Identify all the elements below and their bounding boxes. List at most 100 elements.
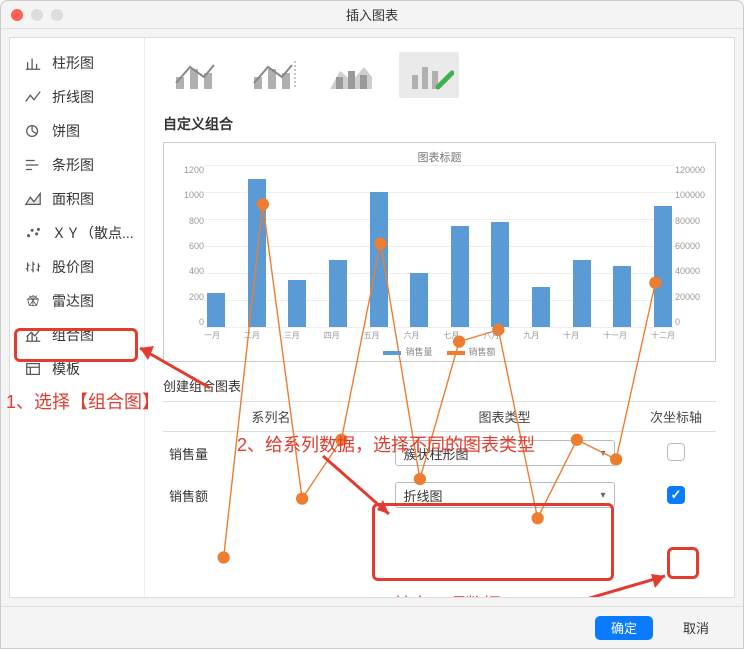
- template-icon: [24, 361, 42, 377]
- sidebar-item-area[interactable]: 面积图: [10, 182, 144, 216]
- combo-thumb-icon: [326, 57, 376, 93]
- pie-chart-icon: [24, 123, 42, 139]
- dialog-footer: 确定 取消: [1, 606, 743, 648]
- sidebar-item-label: 雷达图: [52, 291, 94, 311]
- combo-subtype-custom[interactable]: [399, 52, 459, 98]
- combo-custom-icon: [404, 57, 454, 93]
- window-title: 插入图表: [1, 5, 743, 24]
- sidebar-item-template[interactable]: 模板: [10, 352, 144, 386]
- secondary-axis-checkbox[interactable]: [667, 443, 685, 461]
- annotation-box-checkbox: [667, 547, 699, 579]
- y-left-tick: 600: [166, 241, 204, 251]
- sidebar-item-label: 组合图: [52, 325, 94, 345]
- y-right-tick: 120000: [675, 165, 713, 175]
- y-right-tick: 100000: [675, 190, 713, 200]
- bar-chart-icon: [24, 157, 42, 173]
- sidebar-item-label: 折线图: [52, 87, 94, 107]
- y-left-tick: 400: [166, 266, 204, 276]
- combo-table-title: 创建组合图表: [163, 376, 716, 395]
- y-axis-right: 120000 100000 80000 60000 40000 20000 0: [675, 165, 713, 327]
- scatter-chart-icon: [24, 225, 42, 241]
- radar-chart-icon: [24, 293, 42, 309]
- chart-preview: 图表标题 1200 1000 800 600 400 200 0 120000 …: [163, 142, 716, 362]
- minimize-window-button[interactable]: [31, 9, 43, 21]
- sidebar-item-stock[interactable]: 股价图: [10, 250, 144, 284]
- combo-table-header: 系列名 图表类型 次坐标轴: [163, 402, 716, 432]
- close-window-button[interactable]: [11, 9, 23, 21]
- ok-button[interactable]: 确定: [595, 616, 653, 640]
- combo-subtype-1[interactable]: [165, 52, 225, 98]
- series-name: 销售量: [163, 444, 373, 463]
- combo-table: 系列名 图表类型 次坐标轴 销售量 簇状柱形图 ▾: [163, 401, 716, 516]
- x-axis: 一月二月三月四月五月六月七月八月九月十月十一月十二月: [204, 330, 675, 341]
- titlebar: 插入图表: [1, 1, 743, 29]
- legend-label: 销售额: [469, 347, 496, 357]
- sidebar-item-label: 柱形图: [52, 53, 94, 73]
- y-axis-left: 1200 1000 800 600 400 200 0: [166, 165, 204, 327]
- chart-type-sidebar: 柱形图 折线图 饼图 条形图 面积图 ＸＹ（散点...: [10, 38, 145, 597]
- chart-preview-title: 图表标题: [170, 149, 709, 165]
- header-secondary-axis: 次坐标轴: [636, 407, 716, 426]
- y-right-tick: 40000: [675, 266, 713, 276]
- legend-label: 销售量: [405, 347, 432, 357]
- sidebar-item-label: 面积图: [52, 189, 94, 209]
- combo-subtype-row: [163, 48, 716, 108]
- combo-subtype-3[interactable]: [321, 52, 381, 98]
- secondary-axis-checkbox[interactable]: [667, 486, 685, 504]
- sidebar-item-pie[interactable]: 饼图: [10, 114, 144, 148]
- combo-chart-icon: [24, 327, 42, 343]
- y-left-tick: 800: [166, 216, 204, 226]
- y-left-tick: 0: [166, 317, 204, 327]
- series-name: 销售额: [163, 486, 373, 505]
- header-series: 系列名: [163, 407, 373, 426]
- sidebar-item-label: 条形图: [52, 155, 94, 175]
- column-chart-icon: [24, 55, 42, 71]
- chevron-down-icon: ▾: [600, 490, 605, 501]
- annotation-arrow-3: [543, 568, 683, 598]
- combo-subtype-2[interactable]: [243, 52, 303, 98]
- window-controls: [11, 9, 63, 21]
- sidebar-item-column[interactable]: 柱形图: [10, 46, 144, 80]
- y-left-tick: 200: [166, 292, 204, 302]
- combo-thumb-icon: [170, 57, 220, 93]
- y-right-tick: 60000: [675, 241, 713, 251]
- sidebar-item-label: 模板: [52, 359, 80, 379]
- line-chart-icon: [24, 89, 42, 105]
- plot-area: [204, 165, 675, 327]
- annotation-text-3a: 3、其中一项数据,: [365, 591, 506, 598]
- sidebar-item-label: ＸＹ（散点...: [52, 223, 134, 243]
- sidebar-item-bar[interactable]: 条形图: [10, 148, 144, 182]
- section-title-custom-combo: 自定义组合: [163, 114, 716, 134]
- combo-thumb-icon: [248, 57, 298, 93]
- combo-row: 销售额 折线图 ▾: [163, 474, 716, 516]
- cancel-button[interactable]: 取消: [667, 616, 725, 640]
- chart-type-select[interactable]: 折线图 ▾: [395, 482, 615, 508]
- chart-legend: 销售量 销售额: [164, 345, 715, 358]
- legend-item: 销售额: [447, 345, 496, 358]
- chevron-down-icon: ▾: [600, 448, 605, 459]
- bar-series: [204, 165, 675, 327]
- area-chart-icon: [24, 191, 42, 207]
- dialog-body: 柱形图 折线图 饼图 条形图 面积图 ＸＹ（散点...: [9, 37, 735, 598]
- sidebar-item-scatter[interactable]: ＸＹ（散点...: [10, 216, 144, 250]
- chart-type-value: 簇状柱形图: [404, 444, 469, 463]
- chart-type-value: 折线图: [404, 486, 443, 505]
- legend-item: 销售量: [383, 345, 432, 358]
- y-right-tick: 0: [675, 317, 713, 327]
- sidebar-item-label: 饼图: [52, 121, 80, 141]
- y-right-tick: 20000: [675, 292, 713, 302]
- sidebar-item-radar[interactable]: 雷达图: [10, 284, 144, 318]
- zoom-window-button[interactable]: [51, 9, 63, 21]
- stock-chart-icon: [24, 259, 42, 275]
- y-left-tick: 1200: [166, 165, 204, 175]
- combo-row: 销售量 簇状柱形图 ▾: [163, 432, 716, 474]
- sidebar-item-label: 股价图: [52, 257, 94, 277]
- chart-type-select[interactable]: 簇状柱形图 ▾: [395, 440, 615, 466]
- sidebar-item-combo[interactable]: 组合图: [10, 318, 144, 352]
- y-left-tick: 1000: [166, 190, 204, 200]
- header-chart-type: 图表类型: [373, 407, 636, 426]
- dialog-window: 插入图表 柱形图 折线图 饼图 条形图 面积图: [0, 0, 744, 649]
- y-right-tick: 80000: [675, 216, 713, 226]
- main-panel: 自定义组合 图表标题 1200 1000 800 600 400 200 0 1…: [145, 38, 734, 597]
- sidebar-item-line[interactable]: 折线图: [10, 80, 144, 114]
